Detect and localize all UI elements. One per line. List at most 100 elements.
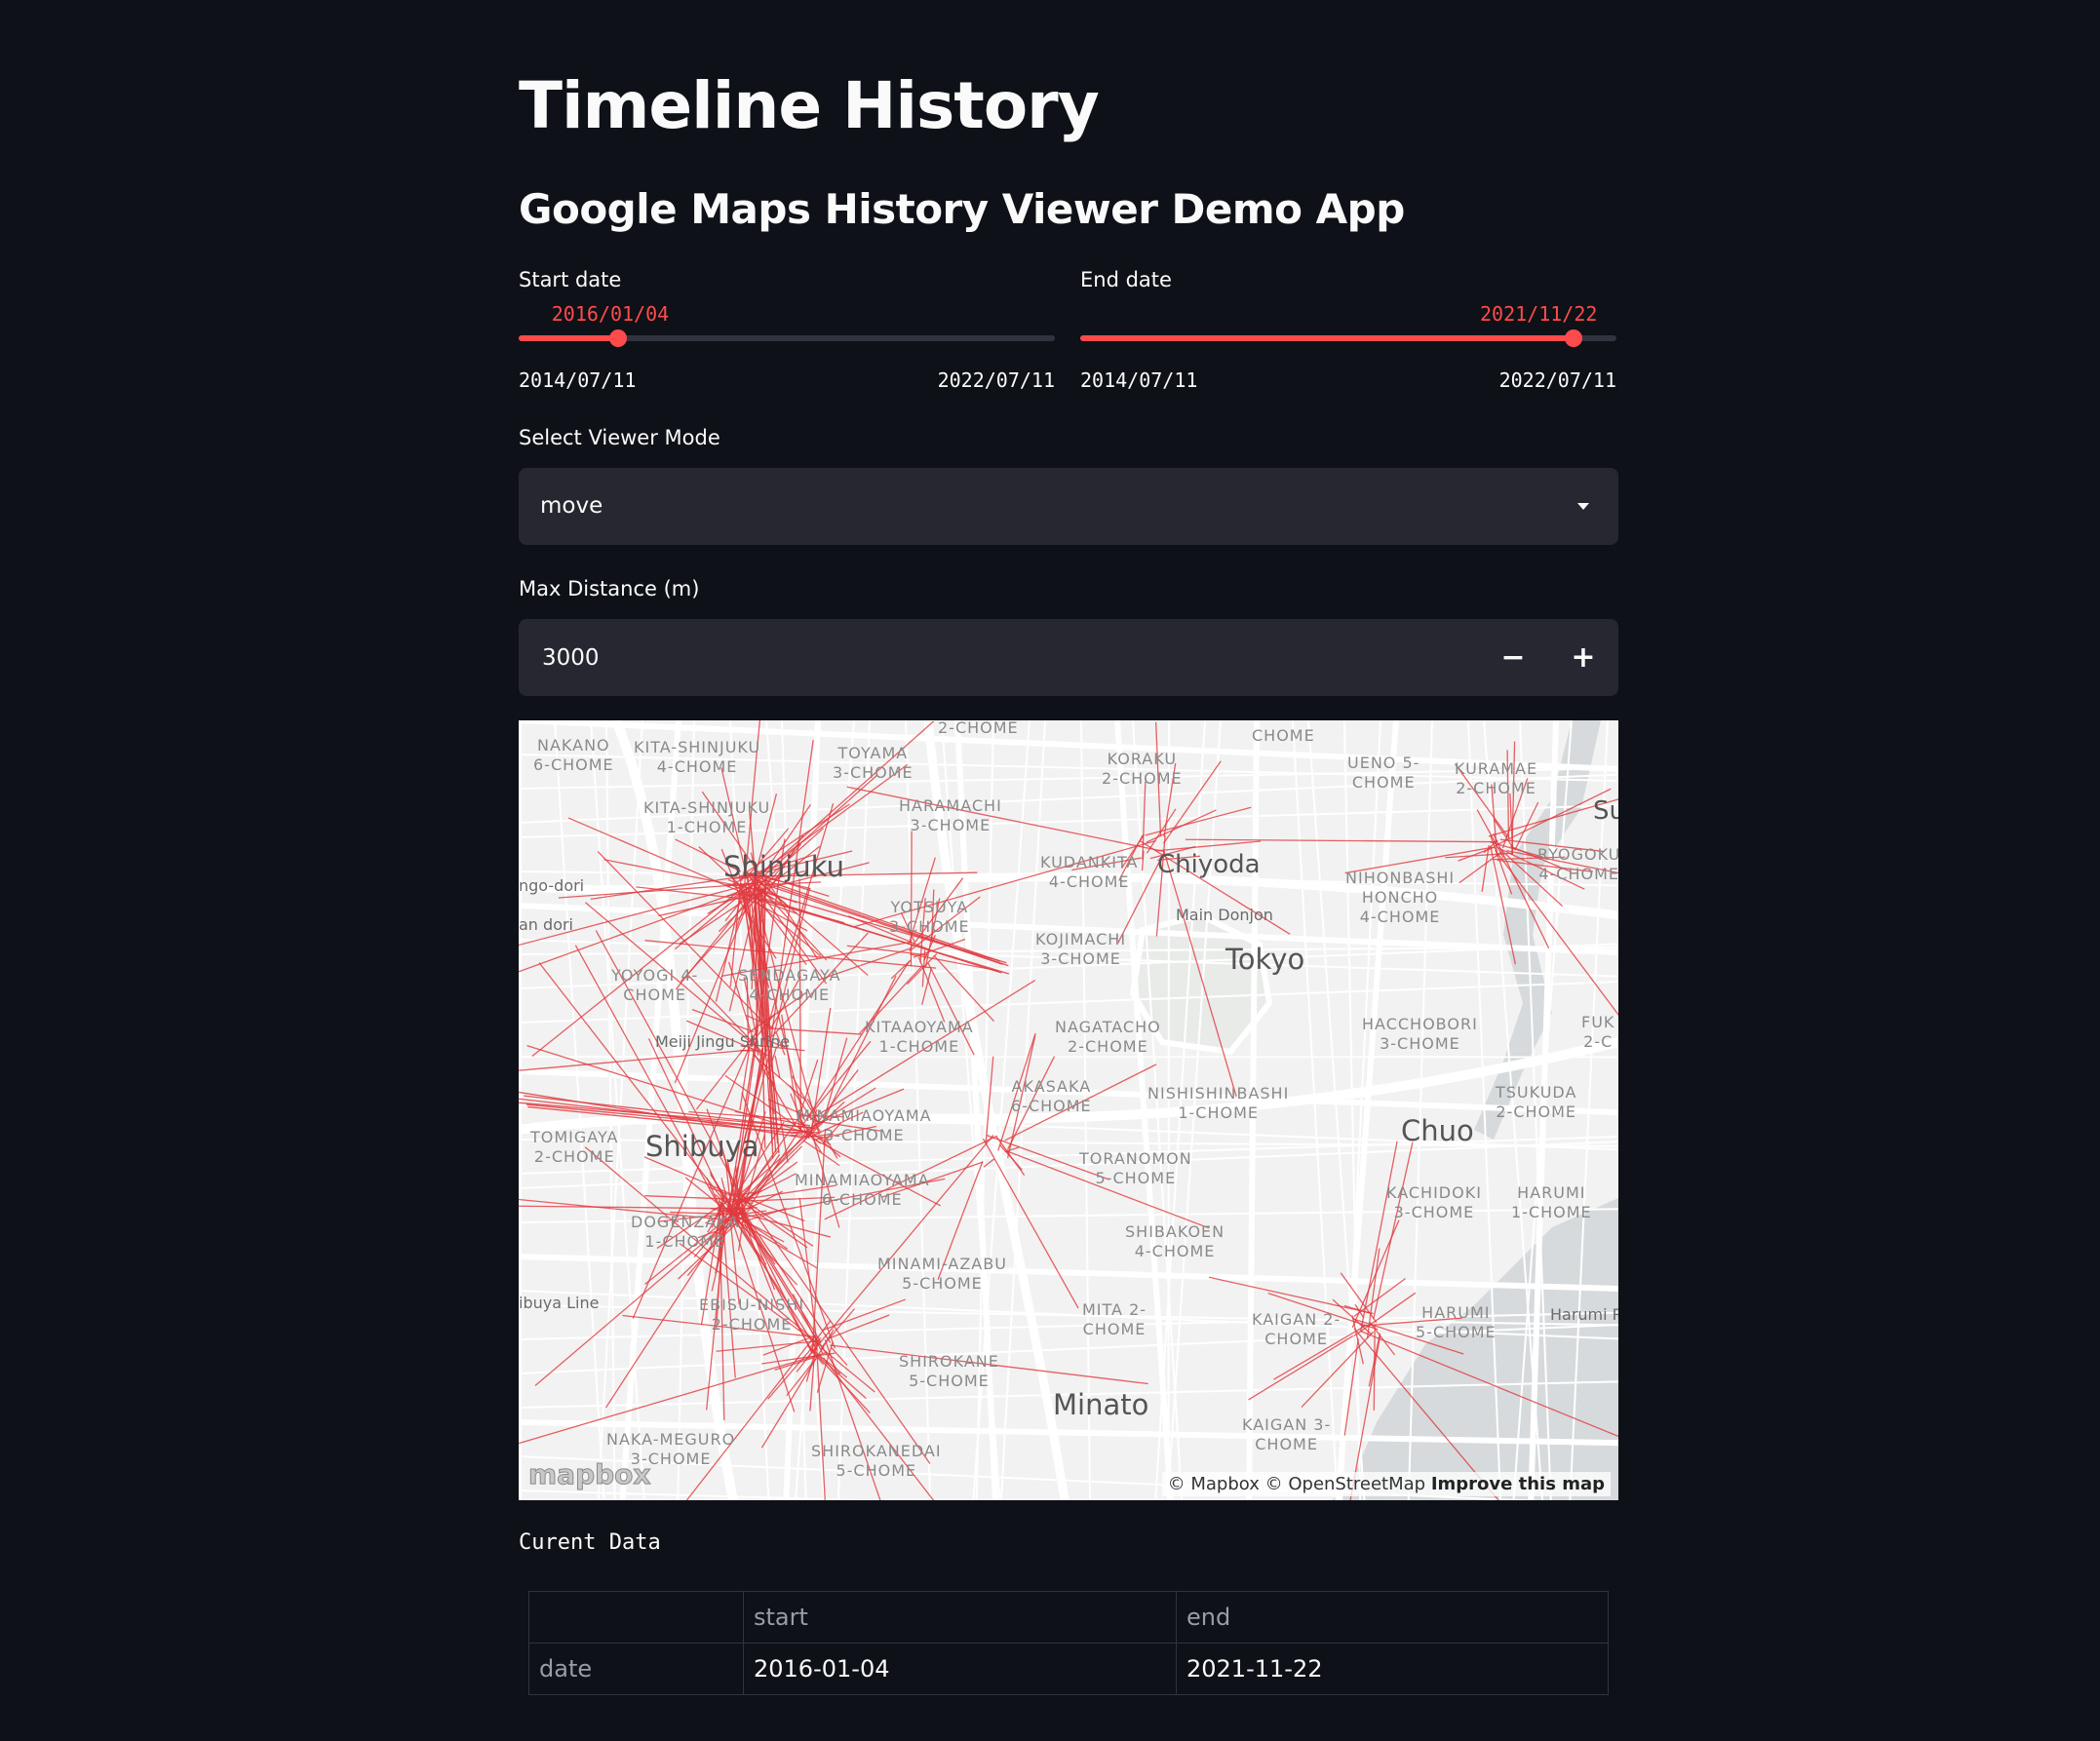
street <box>1307 720 1366 1500</box>
viewer-mode-select[interactable]: move <box>519 468 1618 545</box>
start-date-slider[interactable]: 2016/01/04 2014/07/11 2022/07/11 <box>519 302 1055 392</box>
map-label-fuk: FUK 2-C <box>1581 1013 1615 1051</box>
end-date-track[interactable] <box>1080 335 1616 341</box>
route-segment <box>1369 1321 1396 1356</box>
map-label-kachidoki: KACHIDOKI 3-CHOME <box>1386 1183 1482 1221</box>
start-date-label: Start date <box>519 268 622 291</box>
viewer-mode-value: move <box>540 493 603 519</box>
end-date-thumb[interactable] <box>1565 329 1582 347</box>
page-title: Timeline History <box>519 68 1100 143</box>
end-date-fill <box>1080 335 1574 341</box>
decrement-button[interactable]: − <box>1478 619 1548 696</box>
map-label-kitaaoyama: KITAAOYAMA 1-CHOME <box>865 1018 974 1056</box>
bay-water <box>1289 1198 1618 1500</box>
map-label-kojimachi: KOJIMACHI 3-CHOME <box>1035 930 1127 968</box>
increment-button[interactable]: + <box>1548 619 1618 696</box>
mapbox-logo[interactable]: mapbox <box>527 1458 650 1491</box>
current-data-heading: Curent Data <box>519 1530 661 1555</box>
map-label-main-donjon: Main Donjon <box>1176 906 1273 924</box>
route-segment <box>917 956 946 1023</box>
map-label-chome-top: 2-CHOME <box>938 720 1019 737</box>
map-label-koraku: KORAKU 2-CHOME <box>1102 750 1183 788</box>
map-label-akasaka: AKASAKA 6-CHOME <box>1011 1077 1092 1115</box>
column-header-start: start <box>743 1591 1177 1644</box>
map-label-kuramae: KURAMAE 2-CHOME <box>1455 759 1538 797</box>
map-label-shinjuku: Shinjuku <box>723 850 844 883</box>
map-label-nihonbashi: NIHONBASHI HONCHO 4-CHOME <box>1345 869 1456 926</box>
map-label-chome-top2: CHOME <box>1252 726 1315 745</box>
end-date-min: 2014/07/11 <box>1080 368 1198 392</box>
end-date-label: End date <box>1080 268 1172 291</box>
improve-map-link[interactable]: Improve this map <box>1431 1474 1605 1494</box>
chevron-down-icon[interactable] <box>1577 503 1589 510</box>
map-label-tsukuda: TSUKUDA 2-CHOME <box>1496 1083 1577 1121</box>
route-segment <box>890 959 912 980</box>
route-segment <box>1373 1324 1376 1411</box>
app-root: Timeline History Google Maps History Vie… <box>0 0 2100 1741</box>
route-segment <box>1458 846 1496 862</box>
end-date-value: 2021/11/22 <box>1480 302 1598 326</box>
map-label-nishishinbashi: NISHISHINBASHI 1-CHOME <box>1147 1084 1290 1122</box>
max-distance-label: Max Distance (m) <box>519 577 700 600</box>
map-label-meiji: Meiji Jingu Shrine <box>655 1032 791 1051</box>
page-subtitle: Google Maps History Viewer Demo App <box>519 185 1405 233</box>
start-date-max: 2022/07/11 <box>937 368 1055 392</box>
attribution-osm-link[interactable]: © OpenStreetMap <box>1265 1474 1425 1494</box>
map-label-minami-azabu: MINAMI-AZABU 5-CHOME <box>877 1255 1007 1293</box>
start-date-track[interactable] <box>519 335 1055 341</box>
map-label-harumi-road: Harumi Ro <box>1550 1305 1618 1324</box>
map-attribution: © Mapbox © OpenStreetMap Improve this ma… <box>1161 1472 1611 1496</box>
map-label-harumi-5: HARUMI 5-CHOME <box>1416 1303 1497 1341</box>
map-label-harumi-1: HARUMI 1-CHOME <box>1511 1183 1592 1221</box>
map-label-sendagaya: SENDAGAYA 4-CHOME <box>738 966 841 1004</box>
map-label-ibuya-line: ibuya Line <box>519 1294 600 1312</box>
map-label-shirokanedai: SHIROKANEDAI 5-CHOME <box>811 1442 942 1480</box>
max-distance-input[interactable] <box>519 619 1474 696</box>
map-label-chuo: Chuo <box>1401 1114 1474 1147</box>
map-label-yotsuya: YOTSUYA 3-CHOME <box>889 898 970 936</box>
map-label-shibakoen: SHIBAKOEN 4-CHOME <box>1125 1222 1225 1260</box>
route-segment <box>828 1314 890 1339</box>
end-date-slider[interactable]: 2021/11/22 2014/07/11 2022/07/11 <box>1080 302 1616 392</box>
map-label-mita: MITA 2- CHOME <box>1082 1300 1147 1338</box>
start-date-thumb[interactable] <box>608 329 627 347</box>
attribution-mapbox-link[interactable]: © Mapbox <box>1168 1474 1260 1494</box>
map-label-toyama: TOYAMA 3-CHOME <box>833 744 914 782</box>
map-label-ueno: UENO 5- CHOME <box>1347 754 1420 792</box>
table-row: date 2016-01-04 2021-11-22 <box>528 1643 1609 1695</box>
history-map[interactable]: Shinjuku Chiyoda Tokyo Shibuya Chuo Minato Mai… <box>519 720 1618 1500</box>
viewer-mode-label: Select Viewer Mode <box>519 426 720 449</box>
map-label-haramachi: HARAMACHI 3-CHOME <box>899 796 1002 834</box>
map-label-minamiaoyama-3: MINAMIAOYAMA 3-CHOME <box>797 1106 932 1144</box>
map-label-nagatacho: NAGATACHO 2-CHOME <box>1055 1018 1161 1056</box>
map-label-an-dori: an dori <box>519 915 573 934</box>
map-label-kaigan-2: KAIGAN 2- CHOME <box>1252 1310 1342 1348</box>
current-data-table: start end date 2016-01-04 2021-11-22 <box>528 1591 1609 1695</box>
map-label-su: Su <box>1593 796 1618 826</box>
map-label-tomigaya: TOMIGAYA 2-CHOME <box>530 1128 619 1166</box>
end-date-max: 2022/07/11 <box>1498 368 1616 392</box>
route-segment <box>1373 1141 1414 1320</box>
map-label-toranomon: TORANOMON 5-CHOME <box>1079 1149 1192 1187</box>
max-distance-stepper: − + <box>519 619 1618 696</box>
map-label-hacchobori: HACCHOBORI 3-CHOME <box>1362 1015 1478 1053</box>
route-segment <box>983 1158 995 1168</box>
column-header-index <box>528 1591 744 1644</box>
cell-end: 2021-11-22 <box>1176 1643 1609 1695</box>
map-label-yoyogi: YOYOGI 4- CHOME <box>611 966 699 1004</box>
map-label-ebisu: EBISU-NISHI 2-CHOME <box>699 1296 805 1334</box>
route-segment <box>1185 838 1497 843</box>
map-label-shirokane: SHIROKANE 5-CHOME <box>899 1352 999 1390</box>
cell-start: 2016-01-04 <box>743 1643 1177 1695</box>
start-date-min: 2014/07/11 <box>519 368 637 392</box>
map-label-tokyo: Tokyo <box>1225 943 1305 976</box>
row-label: date <box>528 1643 744 1695</box>
column-header-end: end <box>1176 1591 1609 1644</box>
route-segment <box>809 1347 847 1378</box>
map-label-minato: Minato <box>1053 1388 1149 1421</box>
map-label-nakano: NAKANO 6-CHOME <box>533 736 614 774</box>
map-label-ngo-dori: ngo-dori <box>519 876 585 895</box>
start-date-value: 2016/01/04 <box>551 302 670 326</box>
map-label-kudankita: KUDANKITA 4-CHOME <box>1040 853 1139 891</box>
start-date-fill <box>519 335 618 341</box>
